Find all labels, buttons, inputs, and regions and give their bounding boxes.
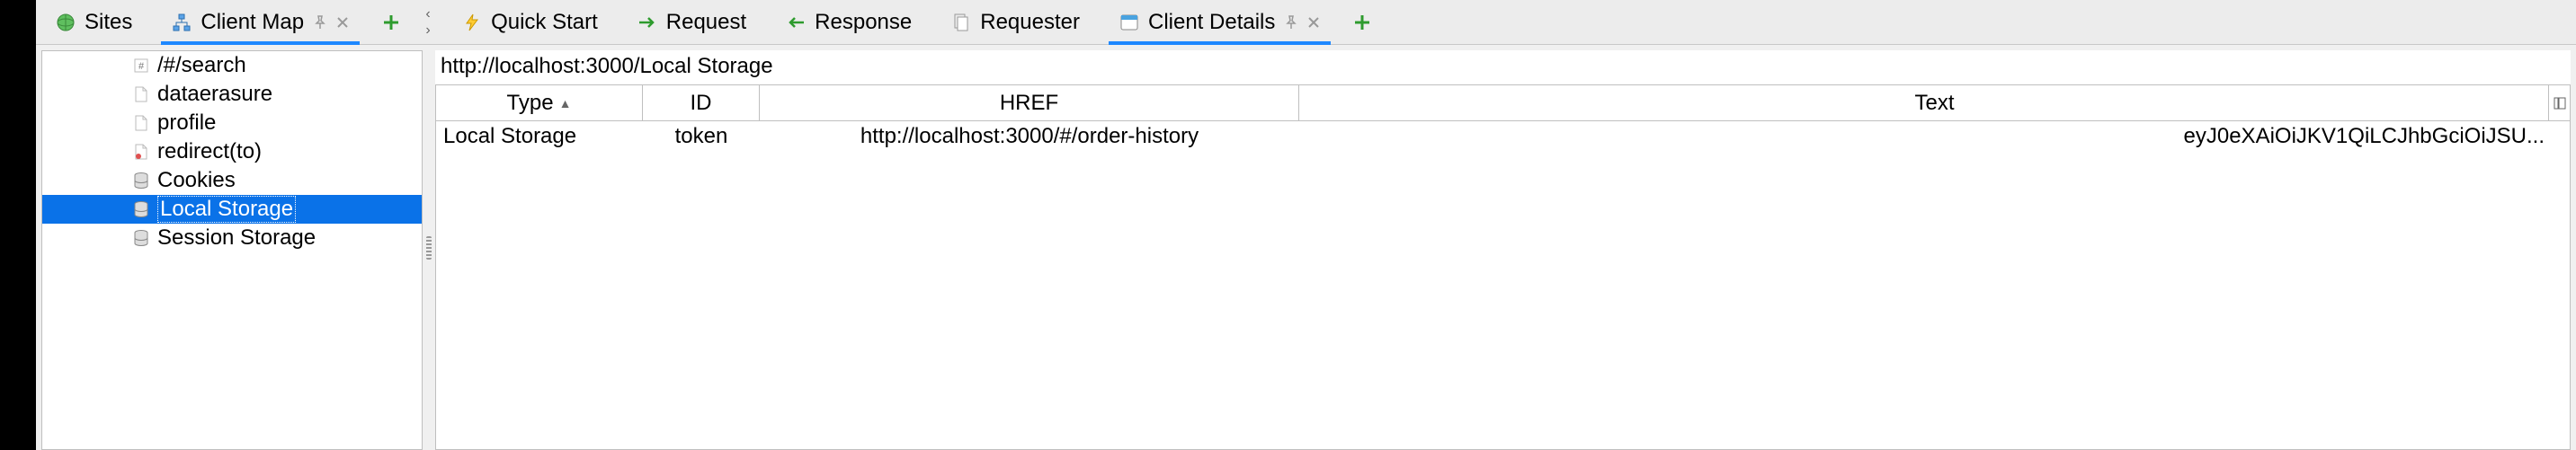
cell-type: Local Storage bbox=[436, 124, 643, 149]
panel-divider[interactable]: ‹ › bbox=[414, 0, 442, 44]
grip-icon bbox=[426, 236, 432, 260]
tree-panel[interactable]: # /#/search dataerasure profile redirect(to)… bbox=[41, 50, 423, 450]
details-panel: http://localhost:3000/Local Storage Type… bbox=[435, 50, 2571, 450]
right-tab-group: Quick Start Request Response bbox=[442, 0, 2576, 44]
tab-client-map[interactable]: Client Map bbox=[152, 0, 369, 44]
sitemap-icon bbox=[172, 13, 192, 32]
tree-item[interactable]: profile bbox=[42, 109, 422, 137]
pin-icon[interactable] bbox=[313, 15, 327, 30]
file-icon bbox=[132, 114, 150, 132]
file-red-icon bbox=[132, 143, 150, 161]
column-header-text-label: Text bbox=[1914, 91, 1954, 116]
close-icon[interactable] bbox=[1307, 16, 1320, 29]
tab-quick-start[interactable]: Quick Start bbox=[442, 0, 618, 44]
tab-response-label: Response bbox=[815, 10, 912, 35]
file-icon bbox=[132, 85, 150, 103]
tab-request[interactable]: Request bbox=[618, 0, 766, 44]
svg-text:#: # bbox=[138, 61, 145, 72]
close-icon[interactable] bbox=[336, 16, 349, 29]
tab-requester[interactable]: Requester bbox=[931, 0, 1100, 44]
column-config-button[interactable] bbox=[2548, 85, 2570, 120]
storage-table: Type ▲ ID HREF Text bbox=[435, 84, 2571, 450]
column-header-id[interactable]: ID bbox=[643, 85, 760, 120]
db-icon bbox=[132, 172, 150, 190]
tab-strip: Sites Client Map bbox=[36, 0, 2576, 45]
cell-text: eyJ0eXAiOiJKV1QiLCJhbGciOiJSU... bbox=[1299, 124, 2570, 149]
tree-item-label: dataerasure bbox=[157, 82, 272, 107]
tab-sites-label: Sites bbox=[85, 10, 132, 35]
left-gutter bbox=[0, 0, 36, 450]
tab-quick-start-label: Quick Start bbox=[491, 10, 598, 35]
tree-item[interactable]: Local Storage bbox=[42, 195, 422, 224]
column-header-href[interactable]: HREF bbox=[760, 85, 1299, 120]
vertical-splitter[interactable] bbox=[423, 45, 435, 450]
tree-item[interactable]: Cookies bbox=[42, 166, 422, 195]
chevron-right-icon: › bbox=[425, 22, 430, 39]
tab-request-label: Request bbox=[666, 10, 746, 35]
breadcrumb-path: http://localhost:3000/Local Storage bbox=[441, 54, 773, 78]
tree-item-label: Local Storage bbox=[157, 196, 296, 223]
tab-requester-label: Requester bbox=[980, 10, 1080, 35]
column-header-href-label: HREF bbox=[1000, 91, 1058, 116]
tree-item-label: Session Storage bbox=[157, 225, 316, 251]
tree-item[interactable]: dataerasure bbox=[42, 80, 422, 109]
arrow-right-icon bbox=[637, 13, 657, 32]
tree-item-label: profile bbox=[157, 110, 216, 136]
add-tab-right-button[interactable] bbox=[1340, 0, 1385, 44]
column-header-type[interactable]: Type ▲ bbox=[436, 85, 643, 120]
tab-client-details[interactable]: Client Details bbox=[1100, 0, 1340, 44]
chevron-left-icon: ‹ bbox=[425, 6, 430, 22]
db-icon bbox=[132, 229, 150, 247]
column-header-type-label: Type bbox=[507, 91, 554, 116]
tree-item-label: Cookies bbox=[157, 168, 236, 193]
tab-client-details-label: Client Details bbox=[1148, 10, 1275, 35]
tab-client-map-label: Client Map bbox=[201, 10, 304, 35]
tree-item[interactable]: redirect(to) bbox=[42, 137, 422, 166]
window-icon bbox=[1119, 13, 1139, 32]
breadcrumb: http://localhost:3000/Local Storage bbox=[435, 50, 2571, 84]
column-header-text[interactable]: Text bbox=[1299, 85, 2570, 120]
left-tab-group: Sites Client Map bbox=[36, 0, 414, 44]
globe-icon bbox=[56, 13, 76, 32]
db-icon bbox=[132, 200, 150, 218]
add-tab-left-button[interactable] bbox=[369, 0, 414, 44]
document-icon bbox=[951, 13, 971, 32]
table-body[interactable]: Local Storagetokenhttp://localhost:3000/… bbox=[436, 121, 2570, 449]
pin-icon[interactable] bbox=[1284, 15, 1298, 30]
arrow-left-icon bbox=[786, 13, 806, 32]
tab-sites[interactable]: Sites bbox=[36, 0, 152, 44]
sort-asc-icon: ▲ bbox=[559, 96, 572, 110]
cell-id: token bbox=[643, 124, 760, 149]
cell-href: http://localhost:3000/#/order-history bbox=[760, 124, 1299, 149]
hash-icon: # bbox=[132, 57, 150, 75]
tab-response[interactable]: Response bbox=[766, 0, 931, 44]
table-row[interactable]: Local Storagetokenhttp://localhost:3000/… bbox=[436, 121, 2570, 152]
table-header: Type ▲ ID HREF Text bbox=[436, 85, 2570, 121]
tree-item-label: redirect(to) bbox=[157, 139, 262, 164]
tree-item[interactable]: # /#/search bbox=[42, 51, 422, 80]
lightning-icon bbox=[462, 13, 482, 32]
tree-item-label: /#/search bbox=[157, 53, 246, 78]
tree-item[interactable]: Session Storage bbox=[42, 224, 422, 252]
column-header-id-label: ID bbox=[691, 91, 712, 116]
